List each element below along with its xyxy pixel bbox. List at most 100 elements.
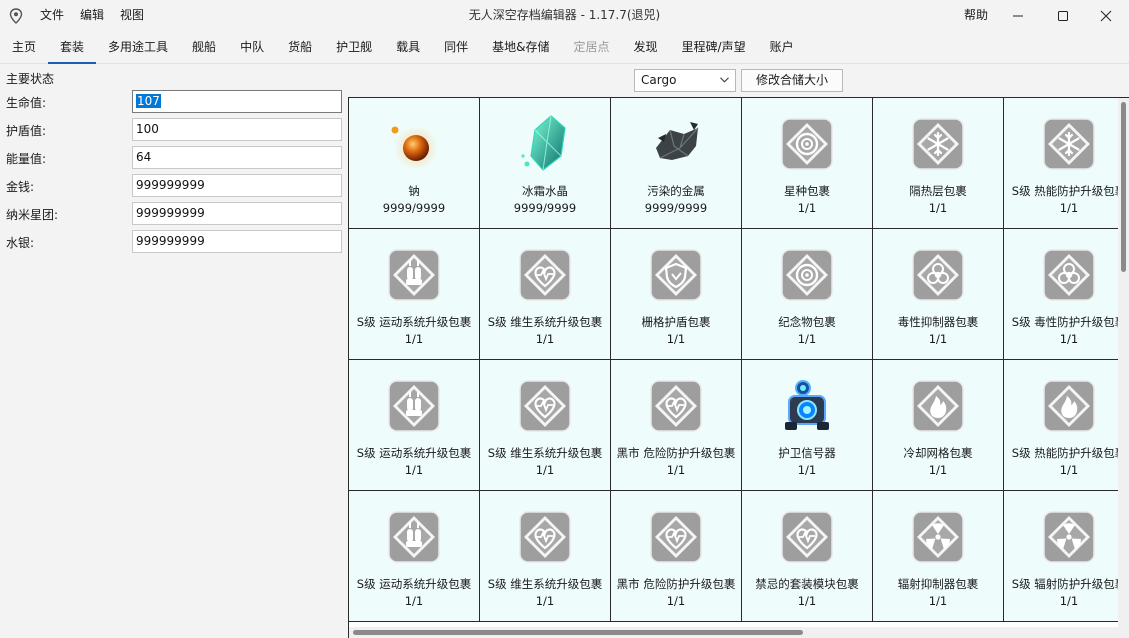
slot-item-quantity: 1/1 xyxy=(535,332,555,346)
metal-scrap-icon xyxy=(656,122,699,160)
tab-vehicles[interactable]: 载具 xyxy=(384,31,432,63)
tab-starships[interactable]: 舰船 xyxy=(180,31,228,63)
shield-label: 护盾值: xyxy=(6,124,47,138)
inventory-slot[interactable]: 冰霜水晶 9999/9999 xyxy=(480,98,611,229)
slot-item-quantity: 1/1 xyxy=(797,332,817,346)
inventory-slot[interactable]: 禁忌的套装模块包裹 1/1 xyxy=(742,491,873,622)
slot-item-quantity: 1/1 xyxy=(1059,463,1079,477)
help-menu[interactable]: 帮助 xyxy=(956,0,996,31)
shield-field[interactable]: 100 xyxy=(132,118,342,141)
tab-exosuit[interactable]: 套装 xyxy=(48,31,97,64)
inventory-slot[interactable]: S级 运动系统升级包裹 1/1 xyxy=(349,360,480,491)
radiation-package-icon xyxy=(912,511,964,563)
inventory-slot[interactable]: 冷却网格包裹 1/1 xyxy=(873,360,1004,491)
stat-row-health: 生命值: 107 xyxy=(6,90,343,114)
quicksilver-field[interactable]: 999999999 xyxy=(132,230,342,253)
tab-frigates[interactable]: 护卫舰 xyxy=(324,31,384,63)
energy-field[interactable]: 64 xyxy=(132,146,342,169)
inventory-slot[interactable]: 栅格护盾包裹 1/1 xyxy=(611,229,742,360)
tab-bases-storage[interactable]: 基地&存储 xyxy=(480,31,561,63)
slot-item-quantity: 1/1 xyxy=(928,201,948,215)
slot-item-quantity: 1/1 xyxy=(404,332,424,346)
menu-file[interactable]: 文件 xyxy=(32,0,72,31)
slot-item-quantity: 9999/9999 xyxy=(382,201,446,215)
tab-account[interactable]: 账户 xyxy=(758,31,806,63)
vertical-scrollbar[interactable] xyxy=(1118,98,1129,638)
minimize-button[interactable] xyxy=(995,0,1041,31)
tab-home[interactable]: 主页 xyxy=(0,31,48,63)
slot-item-quantity: 1/1 xyxy=(797,463,817,477)
movement-package-icon xyxy=(388,380,440,432)
maximize-icon xyxy=(1058,10,1068,21)
inventory-slot[interactable]: S级 维生系统升级包裹 1/1 xyxy=(480,491,611,622)
menu-edit[interactable]: 编辑 xyxy=(72,0,112,31)
nanites-field[interactable]: 999999999 xyxy=(132,202,342,225)
inventory-slot[interactable]: S级 维生系统升级包裹 1/1 xyxy=(480,360,611,491)
slot-item-quantity: 1/1 xyxy=(928,594,948,608)
resize-inventory-button[interactable]: 修改合储大小 xyxy=(741,69,843,92)
slot-item-quantity: 1/1 xyxy=(1059,332,1079,346)
horizontal-scrollbar[interactable] xyxy=(349,627,1118,638)
inventory-slot[interactable]: S级 热能防护升级包裹 1/1 xyxy=(1004,98,1128,229)
units-field[interactable]: 999999999 xyxy=(132,174,342,197)
maximize-button[interactable] xyxy=(1040,0,1086,31)
inventory-slot[interactable]: 钠 9999/9999 xyxy=(349,98,480,229)
slot-item-quantity: 1/1 xyxy=(928,463,948,477)
slot-item-quantity: 1/1 xyxy=(1059,201,1079,215)
tab-freighter[interactable]: 货船 xyxy=(276,31,324,63)
tab-squadron[interactable]: 中队 xyxy=(228,31,276,63)
nanites-label: 纳米星团: xyxy=(6,208,59,222)
slot-item-name: 纪念物包裹 xyxy=(778,315,836,329)
tab-multitool[interactable]: 多用途工具 xyxy=(96,31,180,63)
menu-view[interactable]: 视图 xyxy=(112,0,152,31)
tab-discovery[interactable]: 发现 xyxy=(622,31,670,63)
biohazard-package-icon xyxy=(1043,249,1095,301)
inventory-slot[interactable]: S级 毒性防护升级包裹 1/1 xyxy=(1004,229,1128,360)
inventory-slot[interactable]: S级 运动系统升级包裹 1/1 xyxy=(349,229,480,360)
minimize-icon xyxy=(1013,15,1023,16)
vertical-scroll-thumb[interactable] xyxy=(1121,102,1126,272)
slot-item-quantity: 1/1 xyxy=(404,594,424,608)
snowflake-package-icon xyxy=(1043,118,1095,170)
inventory-slot[interactable]: 护卫信号器 1/1 xyxy=(742,360,873,491)
flame-package-icon xyxy=(1043,380,1095,432)
slot-item-name: 禁忌的套装模块包裹 xyxy=(755,577,859,591)
inventory-slot[interactable]: 污染的金属 9999/9999 xyxy=(611,98,742,229)
inventory-slot[interactable]: 纪念物包裹 1/1 xyxy=(742,229,873,360)
slot-item-quantity: 1/1 xyxy=(928,332,948,346)
slot-item-name: S级 热能防护升级包裹 xyxy=(1011,446,1127,460)
inventory-slot[interactable]: S级 辐射防护升级包裹 1/1 xyxy=(1004,491,1128,622)
app-logo-icon xyxy=(9,8,23,24)
stat-row-quicksilver: 水银: 999999999 xyxy=(6,230,343,254)
tab-companions[interactable]: 同伴 xyxy=(432,31,480,63)
inventory-slot[interactable]: S级 运动系统升级包裹 1/1 xyxy=(349,491,480,622)
slot-item-name: S级 运动系统升级包裹 xyxy=(356,446,472,460)
slot-item-name: S级 维生系统升级包裹 xyxy=(487,315,603,329)
tab-milestones[interactable]: 里程碑/声望 xyxy=(670,31,758,63)
heart-package-icon xyxy=(519,249,571,301)
chevron-down-icon xyxy=(720,77,729,83)
slot-item-name: S级 运动系统升级包裹 xyxy=(356,315,472,329)
horizontal-scroll-thumb[interactable] xyxy=(353,630,803,635)
inventory-slot[interactable]: 隔热层包裹 1/1 xyxy=(873,98,1004,229)
inventory-slot[interactable]: 毒性抑制器包裹 1/1 xyxy=(873,229,1004,360)
units-label: 金钱: xyxy=(6,180,35,194)
close-button[interactable] xyxy=(1083,0,1129,31)
health-field[interactable]: 107 xyxy=(132,90,342,113)
slot-item-name: 隔热层包裹 xyxy=(909,184,967,198)
snowflake-package-icon xyxy=(912,118,964,170)
stats-section-title: 主要状态 xyxy=(6,72,55,86)
inventory-slot[interactable]: S级 维生系统升级包裹 1/1 xyxy=(480,229,611,360)
title-bar: 文件 编辑 视图 无人深空存档编辑器 - 1.17.7(退兕) 帮助 xyxy=(0,0,1129,31)
inventory-slot[interactable]: 辐射抑制器包裹 1/1 xyxy=(873,491,1004,622)
slot-item-quantity: 1/1 xyxy=(666,463,686,477)
slot-item-name: 栅格护盾包裹 xyxy=(641,315,711,329)
inventory-type-select[interactable]: Cargo xyxy=(634,69,736,92)
inventory-slot[interactable]: 星种包裹 1/1 xyxy=(742,98,873,229)
inventory-slot[interactable]: 黑市 危险防护升级包裹 1/1 xyxy=(611,360,742,491)
inventory-slot[interactable]: S级 热能防护升级包裹 1/1 xyxy=(1004,360,1128,491)
inventory-slot[interactable]: 黑市 危险防护升级包裹 1/1 xyxy=(611,491,742,622)
slot-item-quantity: 1/1 xyxy=(666,594,686,608)
menu-bar: 文件 编辑 视图 xyxy=(32,0,152,31)
inventory-grid-panel: 钠 9999/9999 冰霜水晶 9999/9999 污染的金属 9999/9999 … xyxy=(348,97,1129,638)
